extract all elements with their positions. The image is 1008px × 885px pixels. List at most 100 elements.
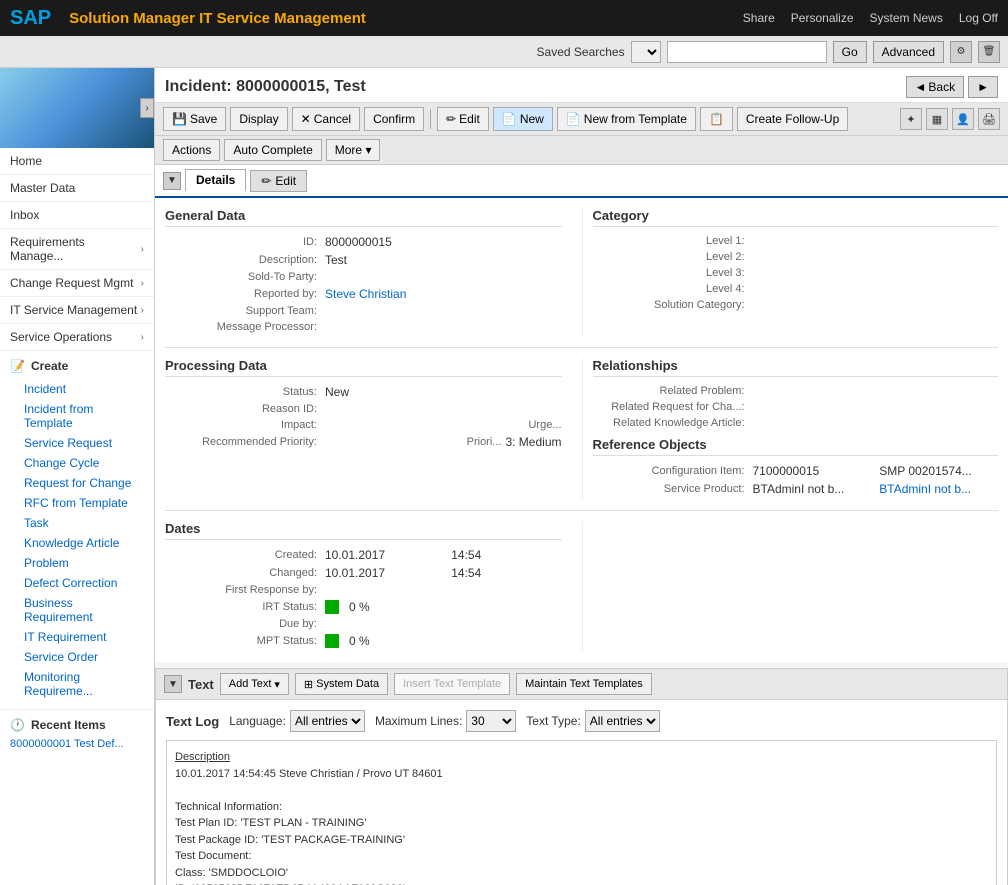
field-reason-id: Reason ID: xyxy=(165,403,562,415)
confirm-button[interactable]: Confirm xyxy=(364,107,424,131)
max-lines-select[interactable]: 30 xyxy=(466,710,516,732)
new-from-template-button[interactable]: 📄 New from Template xyxy=(557,107,696,131)
field-id-value: 8000000015 xyxy=(325,235,562,249)
sidebar-create-rfc-template[interactable]: RFC from Template xyxy=(10,493,144,513)
tab-edit-icon: ✏ xyxy=(261,174,271,188)
go-button[interactable]: Go xyxy=(833,41,867,63)
dropdown-arrow-icon: ▾ xyxy=(365,143,371,157)
personalize-link[interactable]: Personalize xyxy=(791,11,854,25)
description-link[interactable]: Description xyxy=(175,751,230,763)
sidebar-nav-label: Master Data xyxy=(10,181,75,195)
edit-button[interactable]: ✏ Edit xyxy=(437,107,489,131)
toolbar-icon-list[interactable]: ▦ xyxy=(926,108,948,130)
mpt-percent: 0 % xyxy=(349,634,370,648)
maintain-text-templates-button[interactable]: Maintain Text Templates xyxy=(516,673,652,695)
saved-searches-select[interactable] xyxy=(631,41,661,63)
field-due-label: Due by: xyxy=(165,618,325,630)
edit-icon: ✏ xyxy=(446,112,456,126)
toolbar-icon-add[interactable]: ✦ xyxy=(900,108,922,130)
mpt-status-row: MPT Status: 0 % xyxy=(165,634,562,648)
toolbar-separator xyxy=(430,109,431,129)
sidebar-create-request-change[interactable]: Request for Change xyxy=(10,473,144,493)
tab-collapse-arrow[interactable]: ▼ xyxy=(163,172,181,190)
field-message-processor: Message Processor: xyxy=(165,321,562,333)
field-changed-label: Changed: xyxy=(165,567,325,579)
field-level3-label: Level 3: xyxy=(593,267,753,279)
forward-button[interactable]: ► xyxy=(968,76,998,98)
field-level2-label: Level 2: xyxy=(593,251,753,263)
tab-edit[interactable]: ✏ Edit xyxy=(250,170,307,192)
save-button[interactable]: 💾 Save xyxy=(163,107,226,131)
sidebar-nav-item-master-data[interactable]: Master Data xyxy=(0,175,154,202)
new-button[interactable]: 📄 New xyxy=(493,107,553,131)
sidebar-nav-item-home[interactable]: Home xyxy=(0,148,154,175)
add-text-button[interactable]: Add Text ▾ xyxy=(220,673,289,695)
sidebar-nav-item-it-service[interactable]: IT Service Management › xyxy=(0,297,154,324)
back-label: Back xyxy=(928,80,955,94)
log-testpkg: Test Package ID: 'TEST PACKAGE-TRAINING' xyxy=(175,832,988,849)
search-settings-icon[interactable]: ⚙ xyxy=(950,41,972,63)
back-button[interactable]: ◄ Back xyxy=(906,76,965,98)
field-rel-req-label: Related Request for Cha...: xyxy=(593,401,753,413)
field-level1-label: Level 1: xyxy=(593,235,753,247)
sidebar-create-change-cycle[interactable]: Change Cycle xyxy=(10,453,144,473)
priority-sub-label: Priori... xyxy=(467,436,502,448)
sidebar-recent-item[interactable]: 8000000001 Test Def... xyxy=(10,736,144,752)
text-log: Text Log Language: All entries Maximum L… xyxy=(156,700,1007,885)
sidebar-nav-item-service-ops[interactable]: Service Operations › xyxy=(0,324,154,351)
cancel-button[interactable]: ✕ Cancel xyxy=(292,107,360,131)
insert-text-template-button[interactable]: Insert Text Template xyxy=(394,673,510,695)
sidebar-create-knowledge[interactable]: Knowledge Article xyxy=(10,533,144,553)
toolbar-icon-user[interactable]: 👤 xyxy=(952,108,974,130)
field-config-item: Configuration Item: 7100000015 SMP 00201… xyxy=(593,464,999,478)
display-button[interactable]: Display xyxy=(230,107,287,131)
secondary-toolbar: Actions Auto Complete More ▾ xyxy=(155,136,1008,165)
sidebar-nav-item-inbox[interactable]: Inbox xyxy=(0,202,154,229)
log-off-link[interactable]: Log Off xyxy=(959,11,998,25)
max-lines-label: Maximum Lines: xyxy=(375,714,462,728)
sidebar-collapse-arrow[interactable]: › xyxy=(140,98,154,118)
field-priority: Recommended Priority: Priori... 3: Mediu… xyxy=(165,435,562,449)
system-news-link[interactable]: System News xyxy=(870,11,943,25)
sidebar-nav-label: Service Operations xyxy=(10,330,112,344)
field-status-value: New xyxy=(325,385,562,399)
header-right: Share Personalize System News Log Off xyxy=(743,11,998,25)
more-button[interactable]: More ▾ xyxy=(326,139,381,161)
sidebar-create-monitoring[interactable]: Monitoring Requireme... xyxy=(10,667,144,701)
sidebar-create-problem[interactable]: Problem xyxy=(10,553,144,573)
text-log-header: Text Log Language: All entries Maximum L… xyxy=(166,710,997,732)
language-select[interactable]: All entries xyxy=(290,710,365,732)
toolbar-icon-print[interactable]: 🖨 xyxy=(978,108,1000,130)
sidebar-nav-item-change-request[interactable]: Change Request Mgmt › xyxy=(0,270,154,297)
search-input[interactable] xyxy=(667,41,827,63)
sidebar-create-incident[interactable]: Incident xyxy=(10,379,144,399)
field-svc-prod-val2[interactable]: BTAdminI not b... xyxy=(879,482,998,496)
sidebar-create-defect[interactable]: Defect Correction xyxy=(10,573,144,593)
sidebar-create-service-request[interactable]: Service Request xyxy=(10,433,144,453)
page-title: Incident: 8000000015, Test xyxy=(165,78,366,96)
system-data-button[interactable]: ⊞ System Data xyxy=(295,673,388,695)
share-link[interactable]: Share xyxy=(743,11,775,25)
sidebar-nav-item-requirements[interactable]: Requirements Manage... › xyxy=(0,229,154,270)
insert-text-label: Insert Text Template xyxy=(403,678,501,690)
tab-details[interactable]: Details xyxy=(185,169,246,192)
cancel-label: Cancel xyxy=(314,112,351,126)
field-related-request: Related Request for Cha...: xyxy=(593,401,999,413)
text-type-select[interactable]: All entries xyxy=(585,710,660,732)
auto-complete-button[interactable]: Auto Complete xyxy=(224,139,321,161)
text-panel-collapse[interactable]: ▼ xyxy=(164,675,182,693)
sidebar-create-title: 📝 Create xyxy=(10,359,144,373)
copy-button[interactable]: 📋 xyxy=(700,107,733,131)
advanced-button[interactable]: Advanced xyxy=(873,41,944,63)
actions-button[interactable]: Actions xyxy=(163,139,220,161)
sidebar-create-task[interactable]: Task xyxy=(10,513,144,533)
sidebar-create-incident-template[interactable]: Incident from Template xyxy=(10,399,144,433)
sidebar-create-business-req[interactable]: Business Requirement xyxy=(10,593,144,627)
create-followup-button[interactable]: Create Follow-Up xyxy=(737,107,848,131)
sidebar-create-service-order[interactable]: Service Order xyxy=(10,647,144,667)
field-level1: Level 1: xyxy=(593,235,999,247)
sidebar-create-it-req[interactable]: IT Requirement xyxy=(10,627,144,647)
text-type-label: Text Type: xyxy=(526,714,580,728)
search-more-icon[interactable]: 🗑 xyxy=(978,41,1000,63)
field-reported-value[interactable]: Steve Christian xyxy=(325,287,562,301)
